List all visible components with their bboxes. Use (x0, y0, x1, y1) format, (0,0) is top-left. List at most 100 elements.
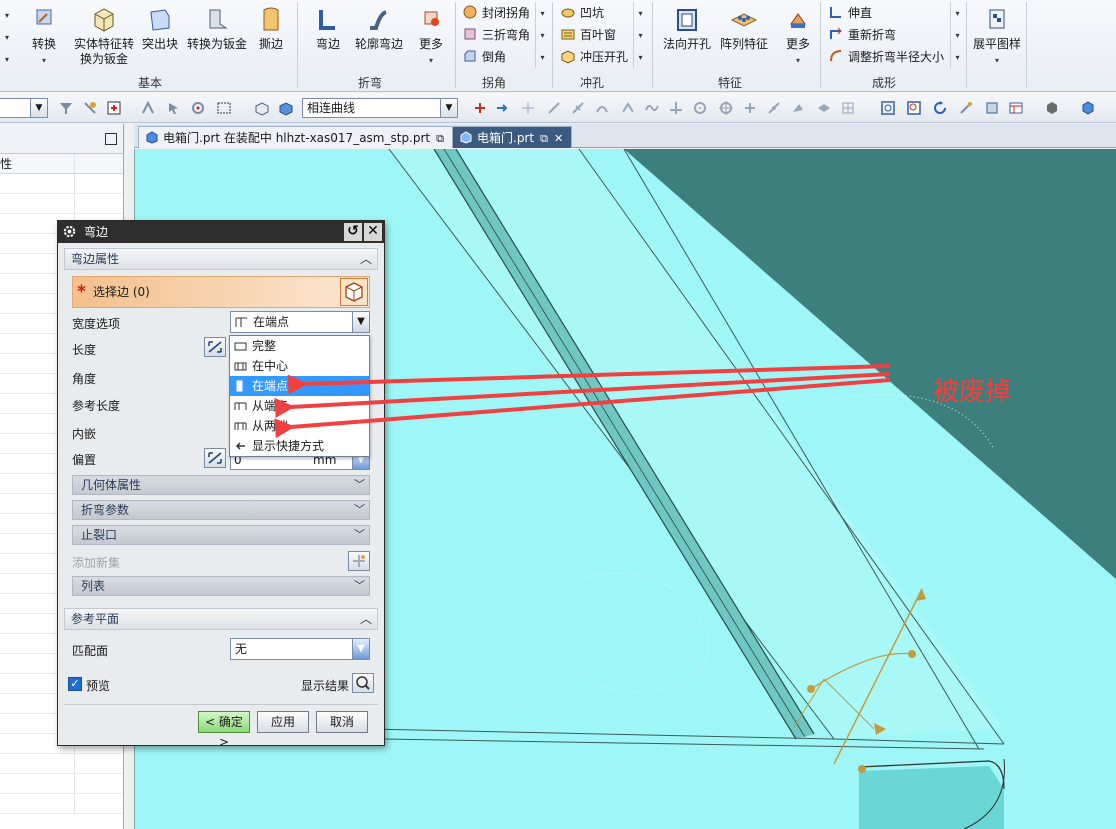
select-edge-cube-icon[interactable] (340, 278, 368, 306)
snap-point-on-curve-icon[interactable] (766, 100, 782, 116)
closed-corner-button[interactable]: 封闭拐角 (462, 2, 540, 22)
subsection-relief[interactable]: 止裂口 ﹀ (72, 525, 370, 545)
snap-point-icon[interactable] (140, 100, 156, 116)
close-icon[interactable]: ✕ (554, 132, 563, 145)
snap-intersection-icon[interactable] (668, 100, 684, 116)
dimple-button[interactable]: 凹坑 (560, 2, 632, 22)
tab-active-part[interactable]: 电箱门.prt ⧉ ✕ (452, 126, 573, 148)
more-feature-button[interactable]: 更多 ▾ (780, 4, 816, 68)
rebend-button[interactable]: 重新折弯 (828, 24, 954, 44)
section-flange-properties[interactable]: 弯边属性 ︿ (64, 248, 378, 270)
snap-grid-icon[interactable] (840, 100, 856, 116)
navigator-row[interactable] (0, 774, 123, 794)
dropdown-item-show-shortcuts[interactable]: 显示快捷方式 (230, 436, 369, 456)
section-reference-plane[interactable]: 参考平面 ︿ (64, 608, 378, 630)
snap-center-icon[interactable] (692, 100, 708, 116)
more-bend-button[interactable]: 更多 ▾ (412, 4, 450, 68)
drawn-cutout-button[interactable]: 冲压开孔 (560, 46, 632, 66)
dropdown-item-full[interactable]: 完整 (230, 336, 369, 356)
louver-button[interactable]: 百叶窗 (560, 24, 632, 44)
three-bend-corner-button[interactable]: 三折弯角 (462, 24, 540, 44)
dropdown-item-at-end[interactable]: 在端点 (230, 376, 369, 396)
ribbon-left-dropdowns[interactable]: ▾ ▾ ▾ (0, 4, 14, 70)
external-link-icon: ⧉ (436, 132, 444, 145)
preview-checkbox[interactable]: ✓ (68, 677, 82, 691)
select-by-icon[interactable] (190, 100, 206, 116)
rip-button[interactable]: 撕边 (252, 4, 290, 52)
stop-at-intersection-icon[interactable] (472, 100, 488, 116)
select-body-icon[interactable] (254, 100, 270, 116)
punch-dropdowns[interactable]: ▾ ▾ ▾ (633, 2, 647, 68)
navigator-row[interactable] (0, 194, 123, 214)
type-filter-combo[interactable]: ▼ (0, 98, 48, 118)
solid-feature-convert-button[interactable]: 实体特征转 换为钣金 (70, 4, 138, 67)
curve-rule-combo[interactable]: 相连曲线 ▼ (302, 98, 458, 118)
dropdown-item-from-end[interactable]: 从端点 (230, 396, 369, 416)
ok-button[interactable]: < 确定 > (198, 711, 250, 749)
pattern-feature-button[interactable]: 阵列特征 (716, 4, 772, 52)
fit-view-icon[interactable] (880, 100, 896, 116)
corner-dropdowns[interactable]: ▾ ▾ ▾ (535, 2, 549, 68)
navigator-row[interactable] (0, 174, 123, 194)
snap-line-icon[interactable] (546, 100, 562, 116)
view-layout-icon[interactable] (1008, 100, 1024, 116)
chamfer-button[interactable]: 倒角 (462, 46, 540, 66)
show-result-button[interactable] (352, 673, 374, 693)
reset-icon[interactable]: ↺ (344, 223, 362, 241)
navigator-row[interactable] (0, 754, 123, 774)
flat-pattern-button[interactable]: 展平图样 ▾ (970, 4, 1024, 68)
unbend-button[interactable]: 伸直 (828, 2, 954, 22)
flange-button[interactable]: 弯边 (306, 4, 350, 52)
louver-icon (561, 29, 575, 40)
rotate-icon[interactable] (932, 100, 948, 116)
convert-to-sheetmetal-button[interactable]: 转换为钣金 (184, 4, 250, 52)
dropdown-item-center[interactable]: 在中心 (230, 356, 369, 376)
offset-measure-button[interactable] (204, 448, 226, 468)
follow-fillet-icon[interactable] (494, 100, 510, 116)
contour-flange-button[interactable]: 轮廓弯边 (350, 4, 408, 52)
convert-button[interactable]: 转换 ▾ (24, 4, 64, 68)
zoom-icon[interactable] (906, 100, 922, 116)
navigator-column-header[interactable]: 性 (0, 154, 123, 174)
tab-assembly-context[interactable]: 电箱门.prt 在装配中 hlhzt-xas017_asm_stp.prt ⧉ (138, 126, 453, 148)
close-icon[interactable]: ✕ (364, 223, 382, 241)
snap-endpoint-icon[interactable] (520, 100, 536, 116)
select-face-icon[interactable] (278, 100, 294, 116)
add-new-set-button[interactable] (348, 551, 370, 571)
subsection-body-properties[interactable]: 几何体属性 ﹀ (72, 475, 370, 495)
chamfer-icon (464, 50, 476, 62)
select-edge-row[interactable]: * 选择边 (0) (72, 276, 370, 308)
snap-spline-icon[interactable] (644, 100, 660, 116)
filter-icon[interactable] (58, 100, 74, 116)
maximize-icon[interactable] (105, 133, 117, 145)
snap-tangent-icon[interactable] (570, 100, 586, 116)
length-measure-button[interactable] (204, 337, 226, 357)
normal-cutout-button[interactable]: 法向开孔 (658, 4, 716, 52)
snap-existing-point-icon[interactable] (742, 100, 758, 116)
render-style-icon[interactable] (1044, 100, 1060, 116)
snap-bounded-icon[interactable] (816, 100, 832, 116)
width-option-combo[interactable]: 在端点 ▼ (230, 311, 370, 333)
forming-dropdowns[interactable]: ▾ ▾ ▾ (950, 2, 964, 68)
select-feature-icon[interactable] (106, 100, 122, 116)
select-snap-icon[interactable] (82, 100, 98, 116)
view-orientation-icon[interactable] (984, 100, 1000, 116)
shaded-icon[interactable] (1080, 100, 1096, 116)
pan-icon[interactable] (958, 100, 974, 116)
gear-icon[interactable] (62, 224, 77, 239)
snap-midpoint-icon[interactable] (620, 100, 636, 116)
snap-point-on-face-icon[interactable] (790, 100, 806, 116)
cancel-button[interactable]: 取消 (316, 711, 368, 733)
resize-bend-radius-button[interactable]: 调整折弯半径大小 (828, 46, 954, 66)
subsection-bend-parameters[interactable]: 折弯参数 ﹀ (72, 500, 370, 520)
snap-curve-icon[interactable] (594, 100, 610, 116)
snap-quadrant-icon[interactable] (718, 100, 734, 116)
rectangle-select-icon[interactable] (216, 100, 232, 116)
tab-button[interactable]: 突出块 (138, 4, 182, 52)
select-tool-icon[interactable] (166, 100, 182, 116)
subsection-list[interactable]: 列表 ﹀ (72, 576, 370, 596)
navigator-row[interactable] (0, 794, 123, 814)
apply-button[interactable]: 应用 (257, 711, 309, 733)
dropdown-item-from-both-ends[interactable]: 从两端 (230, 416, 369, 436)
match-face-combo[interactable]: 无 ▼ (230, 638, 370, 660)
